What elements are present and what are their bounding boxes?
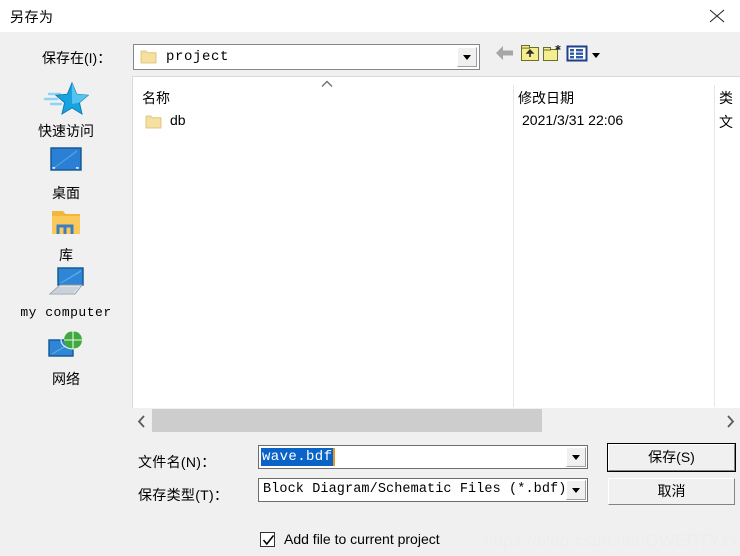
save-as-dialog: 另存为 保存在(I)： project 快速访问 桌面 库 my compute…: [0, 0, 740, 556]
views-button[interactable]: [566, 44, 606, 70]
checkmark-icon: [262, 535, 275, 546]
sidebar-item-label: 快速访问: [38, 123, 94, 139]
page-title: 另存为: [10, 9, 54, 25]
scrollbar-track[interactable]: [152, 408, 720, 434]
watermark-text: https://blog.csdn.net/QWERTYzxw: [484, 531, 740, 550]
path-dropdown-arrow[interactable]: [457, 47, 477, 67]
path-label: 保存在(I)：: [42, 50, 112, 66]
arrow-left-icon: [496, 46, 513, 60]
filename-input[interactable]: wave.bdf: [258, 445, 588, 469]
column-divider: [513, 85, 514, 407]
cancel-button[interactable]: 取消: [608, 478, 735, 505]
views-icon: [566, 45, 588, 62]
folder-up-icon: [521, 45, 539, 61]
sidebar-item-desktop[interactable]: 桌面: [0, 142, 132, 203]
path-value: project: [166, 49, 230, 65]
add-file-to-project-checkbox[interactable]: [260, 532, 275, 547]
new-folder-icon: [543, 45, 561, 61]
sidebar-item-label: 网络: [52, 371, 80, 387]
file-list-panel[interactable]: 名称 修改日期 类 db 2021/3/31 22:06 文: [132, 76, 740, 408]
type-cell: 文: [719, 114, 733, 130]
save-button[interactable]: 保存(S): [607, 443, 736, 472]
close-icon: [709, 9, 725, 23]
sidebar-item-label: 桌面: [52, 185, 80, 201]
filetype-value: Block Diagram/Schematic Files (*.bdf): [263, 482, 567, 497]
network-globe-icon: [0, 328, 132, 368]
column-header-name[interactable]: 名称: [142, 88, 170, 108]
computer-icon: [0, 264, 132, 304]
add-file-to-project-label: Add file to current project: [284, 531, 440, 547]
title-bar: 另存为: [0, 0, 740, 32]
chevron-down-icon: [572, 455, 580, 460]
sidebar-item-my-computer[interactable]: my computer: [0, 264, 132, 320]
sort-ascending-icon: [321, 80, 333, 87]
scrollbar-thumb[interactable]: [152, 409, 542, 432]
sidebar-item-libraries[interactable]: 库: [0, 204, 132, 265]
file-name-cell: db: [170, 112, 186, 128]
column-divider: [714, 85, 715, 407]
folder-icon: [140, 50, 157, 64]
star-icon: [0, 80, 132, 120]
new-folder-button[interactable]: [542, 44, 568, 70]
sidebar-item-network[interactable]: 网络: [0, 328, 132, 389]
sidebar-item-quick-access[interactable]: 快速访问: [0, 80, 132, 141]
sidebar-item-label: my computer: [20, 305, 112, 320]
chevron-left-icon: [137, 415, 145, 428]
horizontal-scrollbar[interactable]: [132, 408, 740, 434]
scroll-right-button[interactable]: [720, 408, 740, 434]
chevron-right-icon: [727, 415, 735, 428]
column-header-type[interactable]: 类: [719, 88, 733, 108]
filetype-select[interactable]: Block Diagram/Schematic Files (*.bdf): [258, 478, 588, 502]
desktop-monitor-icon: [0, 142, 132, 182]
libraries-folder-icon: [0, 204, 132, 244]
sidebar-item-label: 库: [59, 247, 73, 263]
filename-dropdown-arrow[interactable]: [566, 447, 586, 467]
filename-value: wave.bdf: [261, 448, 336, 466]
scroll-left-button[interactable]: [132, 408, 152, 434]
places-sidebar: 快速访问 桌面 库 my computer 网络: [0, 76, 132, 430]
filename-label: 文件名(N)：: [138, 454, 216, 470]
chevron-down-icon: [592, 53, 600, 58]
back-button[interactable]: [494, 44, 520, 70]
date-modified-cell: 2021/3/31 22:06: [522, 112, 624, 128]
chevron-down-icon: [572, 488, 580, 493]
chevron-down-icon: [463, 55, 471, 60]
filetype-dropdown-arrow[interactable]: [566, 480, 586, 500]
column-header-date-modified[interactable]: 修改日期: [518, 88, 574, 108]
path-combobox[interactable]: project: [133, 44, 480, 70]
table-row[interactable]: db 2021/3/31 22:06 文: [133, 111, 740, 133]
folder-icon: [145, 115, 162, 129]
filetype-label: 保存类型(T)：: [138, 487, 229, 503]
close-button[interactable]: [694, 0, 740, 32]
